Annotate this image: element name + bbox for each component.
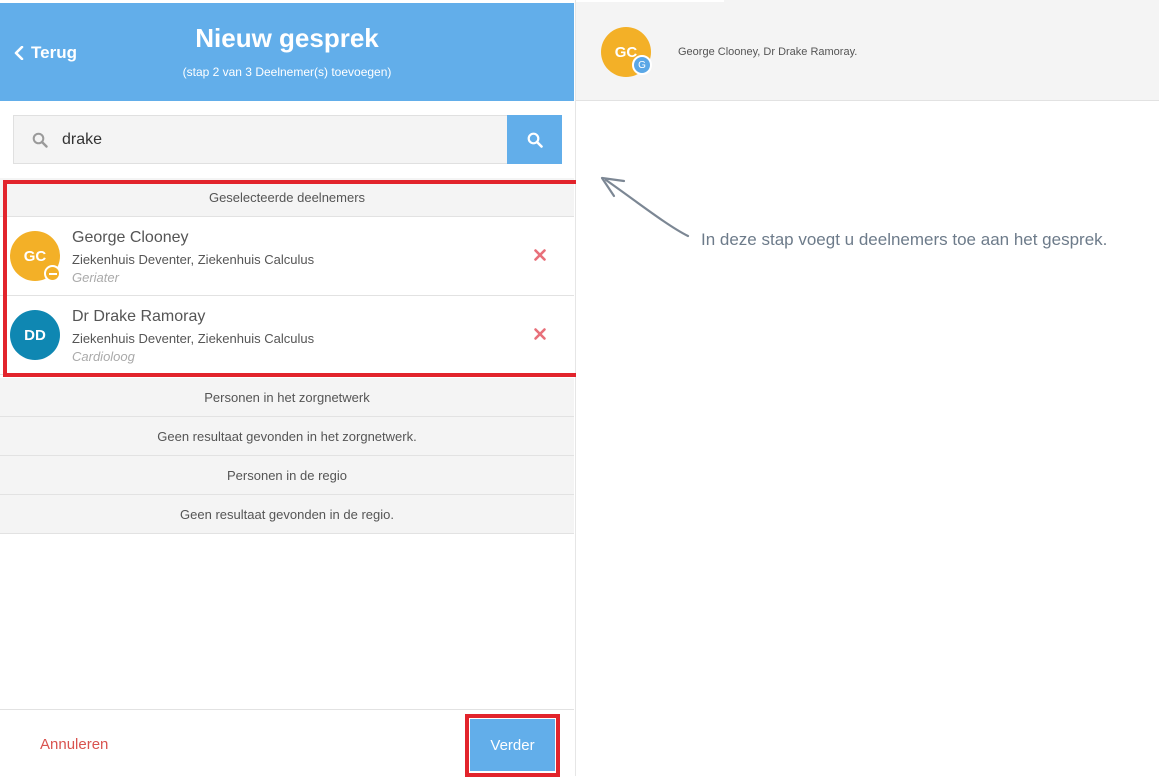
remove-participant-icon[interactable] (533, 327, 547, 341)
avatar: GC (10, 231, 61, 282)
conversation-participants: George Clooney, Dr Drake Ramoray. (678, 46, 858, 58)
avatar-initials: DD (24, 326, 46, 344)
footer: Annuleren Verder (0, 709, 574, 777)
avatar: DD (10, 310, 60, 360)
care-network-empty-message: Geen resultaat gevonden in het zorgnetwe… (0, 417, 574, 456)
left-panel: Terug Nieuw gesprek (stap 2 van 3 Deelne… (0, 0, 580, 777)
search-icon (527, 132, 543, 148)
region-empty-message: Geen resultaat gevonden in de regio. (0, 495, 574, 534)
section-region: Personen in de regio (0, 456, 574, 495)
right-panel: GC G George Clooney, Dr Drake Ramoray. I… (576, 0, 1159, 776)
instruction-text: In deze stap voegt u deelnemers toe aan … (701, 230, 1108, 249)
search-bar (13, 115, 562, 164)
arrow-pointer-icon (600, 176, 690, 238)
cancel-button[interactable]: Annuleren (40, 736, 108, 753)
participant-name: George Clooney (72, 229, 189, 246)
section-selected-participants: Geselecteerde deelnemers (0, 178, 574, 217)
search-input[interactable] (62, 116, 502, 163)
conversation-header: GC G George Clooney, Dr Drake Ramoray. (576, 0, 1159, 101)
section-care-network: Personen in het zorgnetwerk (0, 378, 574, 417)
header-divider (576, 0, 724, 2)
search-icon (32, 132, 48, 148)
group-badge: G (632, 55, 652, 75)
participant-row: DD Dr Drake Ramoray Ziekenhuis Deventer,… (0, 296, 574, 375)
search-box (13, 115, 507, 164)
minus-badge-icon (44, 265, 61, 282)
avatar-initials: GC (23, 247, 47, 265)
page-subtitle: (stap 2 van 3 Deelnemer(s) toevoegen) (182, 65, 392, 79)
next-button[interactable]: Verder (470, 719, 555, 771)
participant-role: Cardioloog (72, 349, 135, 364)
conversation-avatar: GC G (601, 27, 652, 77)
participant-organization: Ziekenhuis Deventer, Ziekenhuis Calculus (72, 331, 315, 346)
participant-role: Geriater (72, 270, 119, 285)
participant-name: Dr Drake Ramoray (72, 308, 206, 325)
remove-participant-icon[interactable] (533, 248, 547, 262)
search-button[interactable] (507, 115, 562, 164)
page-title: Nieuw gesprek (195, 23, 379, 53)
header: Terug Nieuw gesprek (stap 2 van 3 Deelne… (0, 3, 574, 101)
participant-row: GC George Clooney Ziekenhuis Deventer, Z… (0, 217, 574, 296)
participant-organization: Ziekenhuis Deventer, Ziekenhuis Calculus (72, 252, 315, 267)
